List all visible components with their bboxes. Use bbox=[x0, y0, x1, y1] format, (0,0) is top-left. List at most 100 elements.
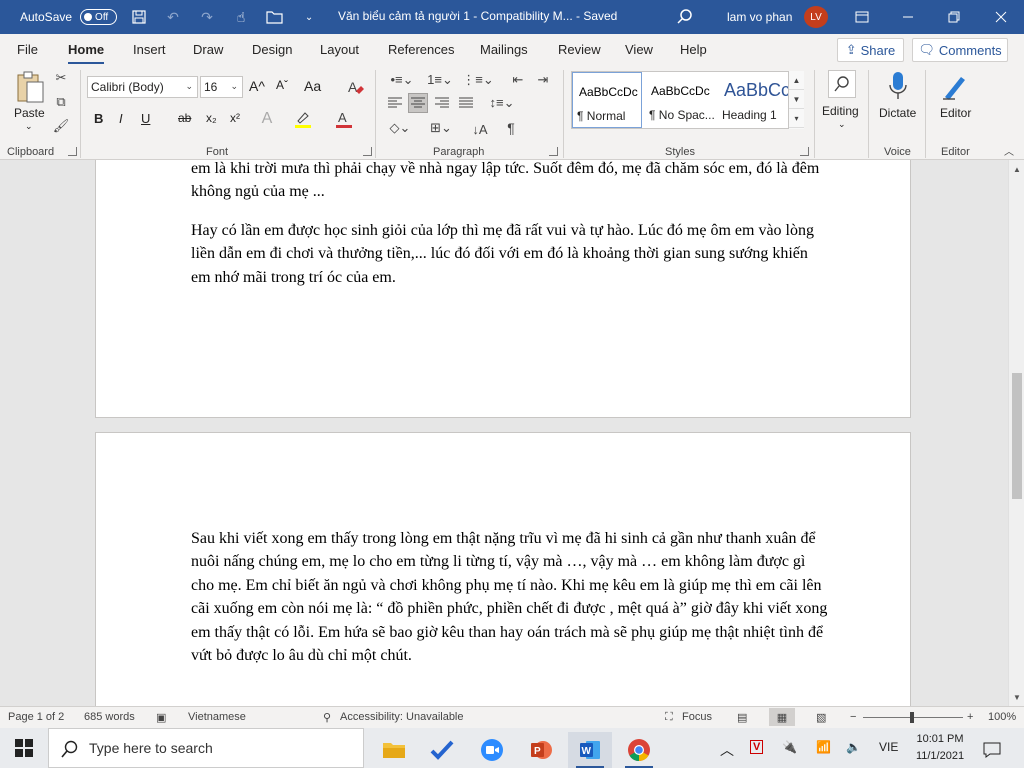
chevron-down-icon[interactable]: ▼ bbox=[789, 90, 804, 109]
cut-icon[interactable]: ✂ bbox=[53, 70, 69, 86]
sort-icon[interactable]: ↓A bbox=[469, 118, 491, 140]
zoom-app-icon[interactable] bbox=[470, 732, 514, 768]
clipboard-launcher-icon[interactable] bbox=[68, 147, 77, 156]
volume-icon[interactable]: 🔈 bbox=[846, 740, 861, 754]
underline-icon[interactable]: U bbox=[141, 111, 150, 126]
line-spacing-icon[interactable]: ↕≡⌄ bbox=[486, 93, 518, 113]
language-indicator[interactable]: Vietnamese bbox=[188, 711, 246, 723]
align-left-icon[interactable] bbox=[385, 93, 405, 113]
ribbon-display-options-icon[interactable] bbox=[839, 0, 885, 34]
align-center-icon[interactable] bbox=[408, 93, 428, 113]
strikethrough-icon[interactable]: ab bbox=[178, 111, 191, 125]
save-icon[interactable] bbox=[127, 5, 151, 29]
open-folder-icon[interactable] bbox=[263, 5, 287, 29]
web-layout-icon[interactable]: ▧ bbox=[816, 711, 826, 724]
shrink-font-icon[interactable]: Aˇ bbox=[276, 78, 288, 92]
paragraph-launcher-icon[interactable] bbox=[549, 147, 558, 156]
styles-launcher-icon[interactable] bbox=[800, 147, 809, 156]
todo-icon[interactable] bbox=[420, 732, 464, 768]
redo-icon[interactable]: ↷ bbox=[195, 5, 219, 29]
microphone-icon[interactable] bbox=[886, 70, 910, 102]
borders-icon[interactable]: ⊞⌄ bbox=[424, 118, 458, 138]
increase-indent-icon[interactable]: ⇥ bbox=[533, 70, 553, 90]
file-explorer-icon[interactable] bbox=[372, 732, 416, 768]
customize-toolbar-icon[interactable]: ⌄ bbox=[297, 5, 321, 29]
user-name[interactable]: lam vo phan bbox=[727, 10, 792, 24]
bullets-icon[interactable]: •≡⌄ bbox=[386, 70, 418, 90]
editor-pen-icon[interactable] bbox=[940, 70, 970, 102]
word-count[interactable]: 685 words bbox=[84, 711, 135, 723]
tab-insert[interactable]: Insert bbox=[133, 42, 166, 57]
subscript-icon[interactable]: x₂ bbox=[206, 111, 217, 125]
zoom-level[interactable]: 100% bbox=[988, 711, 1016, 723]
tab-layout[interactable]: Layout bbox=[320, 42, 359, 57]
page-count[interactable]: Page 1 of 2 bbox=[8, 711, 64, 723]
font-color-icon[interactable]: A bbox=[333, 108, 355, 130]
notifications-icon[interactable] bbox=[972, 732, 1012, 768]
grow-font-icon[interactable]: A^ bbox=[249, 78, 265, 94]
highlight-icon[interactable] bbox=[292, 108, 314, 130]
tab-references[interactable]: References bbox=[388, 42, 454, 57]
clear-formatting-icon[interactable]: A bbox=[345, 76, 367, 98]
vietnamese-input-icon[interactable]: V bbox=[750, 740, 764, 754]
focus-mode-button[interactable]: Focus bbox=[682, 711, 712, 723]
tab-file[interactable]: File bbox=[17, 42, 38, 57]
paste-dropdown-icon[interactable]: ⌄ bbox=[25, 121, 33, 132]
paragraph-3[interactable]: Sau khi viết xong em thấy trong lòng em … bbox=[191, 527, 831, 667]
format-painter-icon[interactable]: 🖌 bbox=[53, 118, 70, 134]
scroll-thumb[interactable] bbox=[1012, 373, 1022, 499]
tab-help[interactable]: Help bbox=[680, 42, 707, 57]
copy-icon[interactable]: ⧉ bbox=[53, 94, 69, 110]
minimize-icon[interactable] bbox=[885, 0, 931, 34]
wifi-icon[interactable]: 📶 bbox=[816, 740, 831, 754]
taskbar-clock[interactable]: 10:01 PM 11/1/2021 bbox=[912, 731, 968, 765]
more-styles-icon[interactable]: ▾ bbox=[789, 109, 804, 128]
font-name-combo[interactable]: Calibri (Body) ⌄ bbox=[87, 76, 198, 98]
page-1[interactable]: em là khi trời mưa thì phải chạy về nhà … bbox=[95, 160, 911, 418]
editing-label[interactable]: Editing bbox=[822, 104, 859, 118]
tab-design[interactable]: Design bbox=[252, 42, 292, 57]
styles-scroller[interactable]: ▲ ▼ ▾ bbox=[788, 71, 804, 129]
share-button[interactable]: ⇪ Share bbox=[837, 38, 904, 62]
paragraph-2[interactable]: Hay có lần em được học sinh giỏi của lớp… bbox=[191, 219, 831, 289]
text-effects-icon[interactable]: A bbox=[256, 108, 278, 130]
vertical-scrollbar[interactable]: ▲ ▼ bbox=[1008, 160, 1024, 706]
justify-icon[interactable] bbox=[456, 93, 476, 113]
powerpoint-icon[interactable]: P bbox=[519, 732, 563, 768]
touch-mode-icon[interactable]: ☝ bbox=[229, 5, 253, 29]
align-right-icon[interactable] bbox=[432, 93, 452, 113]
chevron-up-icon[interactable]: ▲ bbox=[789, 71, 804, 90]
bold-icon[interactable]: B bbox=[94, 111, 103, 126]
style-heading-1[interactable]: AaBbCc Heading 1 bbox=[718, 72, 790, 128]
search-icon[interactable] bbox=[674, 6, 696, 28]
font-size-combo[interactable]: 16 ⌄ bbox=[200, 76, 243, 98]
decrease-indent-icon[interactable]: ⇤ bbox=[508, 70, 528, 90]
undo-icon[interactable]: ↶ bbox=[161, 5, 185, 29]
multilevel-list-icon[interactable]: ⋮≡⌄ bbox=[462, 70, 494, 90]
editing-dropdown-icon[interactable]: ⌄ bbox=[838, 119, 846, 130]
page-2[interactable]: Sau khi viết xong em thấy trong lòng em … bbox=[95, 432, 911, 706]
accessibility-status[interactable]: Accessibility: Unavailable bbox=[340, 711, 464, 723]
input-language[interactable]: VIE bbox=[879, 740, 898, 754]
battery-icon[interactable]: 🔌 bbox=[782, 740, 797, 754]
avatar[interactable]: LV bbox=[804, 6, 828, 28]
superscript-icon[interactable]: x² bbox=[230, 111, 240, 125]
windows-start-icon[interactable] bbox=[0, 728, 48, 768]
autosave-toggle[interactable]: Off bbox=[80, 9, 118, 25]
find-icon[interactable] bbox=[828, 70, 856, 98]
paste-label[interactable]: Paste bbox=[14, 106, 45, 120]
paste-icon[interactable] bbox=[13, 70, 47, 104]
scroll-up-icon[interactable]: ▲ bbox=[1009, 162, 1024, 176]
proofing-icon[interactable]: ▣ bbox=[156, 711, 166, 724]
tab-draw[interactable]: Draw bbox=[193, 42, 223, 57]
change-case-icon[interactable]: Aa bbox=[304, 78, 321, 94]
zoom-out-icon[interactable]: − bbox=[850, 711, 856, 723]
print-layout-icon[interactable]: ▦ bbox=[769, 708, 795, 726]
collapse-ribbon-icon[interactable]: ︿ bbox=[1002, 144, 1016, 158]
show-marks-icon[interactable]: ¶ bbox=[501, 118, 521, 138]
dictate-label[interactable]: Dictate bbox=[879, 106, 916, 120]
tab-review[interactable]: Review bbox=[558, 42, 601, 57]
editor-label[interactable]: Editor bbox=[940, 106, 971, 120]
restore-icon[interactable] bbox=[931, 0, 977, 34]
font-launcher-icon[interactable] bbox=[363, 147, 372, 156]
